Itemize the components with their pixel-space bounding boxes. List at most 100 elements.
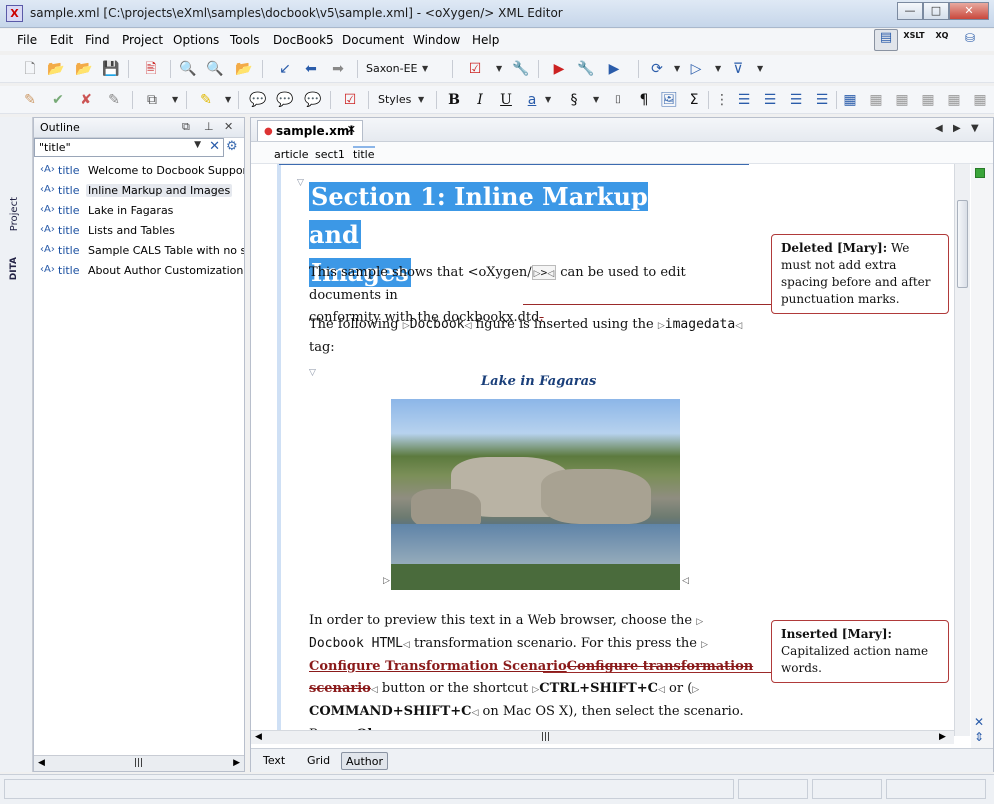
outline-item[interactable]: ‹A› title Sample CALS Table with no spec… bbox=[34, 241, 244, 261]
scroll-thumb-grip[interactable]: ||| bbox=[541, 732, 550, 742]
previous-tab-icon[interactable]: ◀ bbox=[935, 123, 943, 134]
new-document-icon[interactable]: 🗋 bbox=[20, 59, 40, 79]
minimize-button[interactable]: — bbox=[897, 2, 923, 20]
clear-filter-icon[interactable]: ✕ bbox=[209, 139, 220, 154]
comment-change-icon[interactable]: ✎ bbox=[104, 90, 124, 110]
project-tab[interactable]: Project bbox=[9, 197, 25, 231]
breadcrumb-article[interactable]: article bbox=[274, 148, 309, 161]
lake-photo[interactable] bbox=[391, 399, 680, 590]
close-window-button[interactable]: ✕ bbox=[949, 2, 989, 20]
itemized-list-icon[interactable]: ☰ bbox=[760, 90, 780, 110]
editor-horizontal-scrollbar[interactable]: ◀ ||| ▶ bbox=[251, 730, 954, 744]
ordered-list-icon[interactable]: ☰ bbox=[734, 90, 754, 110]
tab-sample-xml[interactable]: ● sample.xml ✕ bbox=[257, 120, 363, 141]
menu-project[interactable]: Project bbox=[122, 33, 163, 47]
next-tab-icon[interactable]: ▶ bbox=[953, 123, 961, 134]
outline-item[interactable]: ‹A› title Lists and Tables bbox=[34, 221, 244, 241]
menu-edit[interactable]: Edit bbox=[50, 33, 73, 47]
underline-button[interactable]: U bbox=[496, 90, 516, 110]
menu-find[interactable]: Find bbox=[85, 33, 110, 47]
database-icon[interactable]: ⛁ bbox=[960, 31, 980, 49]
menu-help[interactable]: Help bbox=[472, 33, 499, 47]
deleted-text[interactable]: scenario bbox=[309, 681, 371, 696]
debug-transformation-icon[interactable]: ▶ bbox=[604, 59, 624, 79]
accept-change-icon[interactable]: ✔ bbox=[48, 90, 68, 110]
edit-comment-icon[interactable]: 💬 bbox=[275, 90, 295, 110]
chevron-down-icon[interactable]: ▼ bbox=[418, 90, 424, 110]
bold-button[interactable]: B bbox=[444, 90, 464, 110]
chevron-down-icon[interactable]: ▼ bbox=[545, 90, 551, 110]
forward-icon[interactable]: ➡ bbox=[328, 59, 348, 79]
scroll-right-icon[interactable]: ▶ bbox=[233, 758, 240, 768]
menu-docbook5[interactable]: DocBook5 bbox=[273, 33, 334, 47]
editor-vertical-scrollbar[interactable] bbox=[954, 164, 970, 736]
chevron-down-icon[interactable]: ▼ bbox=[496, 59, 502, 79]
outline-item[interactable]: ‹A› title Inline Markup and Images bbox=[34, 181, 244, 201]
chevron-down-icon[interactable]: ▼ bbox=[194, 140, 201, 150]
chevron-down-icon[interactable]: ▼ bbox=[674, 59, 680, 79]
open-find-folder-icon[interactable]: 📂 bbox=[234, 59, 254, 79]
chevron-down-icon[interactable]: ▼ bbox=[225, 90, 231, 110]
variable-list-icon[interactable]: ☰ bbox=[786, 90, 806, 110]
outline-item[interactable]: ‹A› title Welcome to Docbook Support in … bbox=[34, 161, 244, 181]
tab-grid-mode[interactable]: Grid bbox=[303, 752, 334, 770]
delete-row-icon[interactable]: ▦ bbox=[918, 90, 938, 110]
gear-icon[interactable]: ⚙ bbox=[226, 139, 244, 157]
highlight-icon[interactable]: ✎ bbox=[196, 90, 216, 110]
transformer-select[interactable]: Saxon-EE bbox=[366, 60, 417, 78]
scroll-left-icon[interactable]: ◀ bbox=[255, 732, 262, 742]
collapse-triangle-icon[interactable]: ▽ bbox=[309, 368, 316, 378]
apply-transformation-icon[interactable]: ▶ bbox=[549, 59, 569, 79]
filter-icon[interactable]: ⊽ bbox=[728, 59, 748, 79]
insert-list-item-icon[interactable]: ⋮ bbox=[712, 90, 732, 110]
xquery-debugger-icon[interactable]: XQ bbox=[930, 31, 954, 49]
procedure-list-icon[interactable]: ☰ bbox=[812, 90, 832, 110]
insert-table-icon[interactable]: ▦ bbox=[840, 90, 860, 110]
open-folder-icon[interactable]: 📂 bbox=[46, 59, 66, 79]
outline-filter-input[interactable]: "title" ▼ ✕ bbox=[34, 138, 224, 157]
paragraph-button[interactable]: ¶ bbox=[634, 90, 654, 110]
insert-column-icon[interactable]: ▦ bbox=[892, 90, 912, 110]
outline-item[interactable]: ‹A› title Lake in Fagaras bbox=[34, 201, 244, 221]
vertical-scroll-thumb[interactable] bbox=[957, 200, 968, 288]
menu-tools[interactable]: Tools bbox=[230, 33, 260, 47]
restore-view-icon[interactable]: ⧉ bbox=[182, 120, 190, 134]
configure-validation-icon[interactable]: 🔧 bbox=[511, 59, 531, 79]
section-button[interactable]: § bbox=[564, 90, 584, 110]
configure-transformation-icon[interactable]: 🔧 bbox=[576, 59, 596, 79]
scroll-thumb-grip[interactable]: ||| bbox=[134, 758, 143, 768]
collapse-all-icon[interactable]: ✕ bbox=[974, 715, 984, 729]
menu-file[interactable]: File bbox=[17, 33, 37, 47]
chevron-down-icon[interactable]: ▼ bbox=[422, 59, 428, 79]
delete-column-icon[interactable]: ▦ bbox=[944, 90, 964, 110]
edit-attributes-icon[interactable]: ☑ bbox=[340, 90, 360, 110]
close-tab-icon[interactable]: ✕ bbox=[347, 123, 356, 136]
chevron-down-icon[interactable]: ▼ bbox=[593, 90, 599, 110]
open-url-icon[interactable]: 📂 bbox=[74, 59, 94, 79]
figure-title[interactable]: Lake in Fagaras bbox=[481, 374, 596, 389]
back-icon[interactable]: ⬅ bbox=[301, 59, 321, 79]
insert-xinclude-icon[interactable]: ⌷ bbox=[608, 90, 628, 110]
menu-options[interactable]: Options bbox=[173, 33, 219, 47]
add-comment-icon[interactable]: 💬 bbox=[248, 90, 268, 110]
xpath-icon[interactable]: ▷ bbox=[686, 59, 706, 79]
reject-change-icon[interactable]: ✘ bbox=[76, 90, 96, 110]
insert-image-icon[interactable]: 🖼 bbox=[659, 90, 679, 110]
dita-tab[interactable]: DITA bbox=[9, 257, 25, 280]
insert-equation-button[interactable]: Σ bbox=[684, 90, 704, 110]
tab-text-mode[interactable]: Text bbox=[259, 752, 289, 770]
pin-icon[interactable]: ⊥ bbox=[204, 120, 214, 133]
close-view-icon[interactable]: ✕ bbox=[224, 120, 233, 133]
paragraph-figure-intro[interactable]: The following ▷Docbook◁ figure is insert… bbox=[309, 314, 759, 359]
scroll-right-icon[interactable]: ▶ bbox=[939, 732, 946, 742]
print-icon[interactable]: 🖹 bbox=[141, 59, 161, 79]
outline-horizontal-scrollbar[interactable]: ◀ ||| ▶ bbox=[34, 755, 244, 771]
remove-comment-icon[interactable]: 💬 bbox=[303, 90, 323, 110]
validate-icon[interactable]: ☑ bbox=[465, 59, 485, 79]
insert-row-below-icon[interactable]: ▦ bbox=[866, 90, 886, 110]
chevron-down-icon[interactable]: ▼ bbox=[715, 59, 721, 79]
join-cells-icon[interactable]: ▦ bbox=[970, 90, 990, 110]
tab-author-mode[interactable]: Author bbox=[341, 752, 389, 770]
link-button[interactable]: a bbox=[522, 90, 542, 110]
inserted-change-callout[interactable]: Inserted [Mary]: Capitalized action name… bbox=[771, 620, 949, 683]
